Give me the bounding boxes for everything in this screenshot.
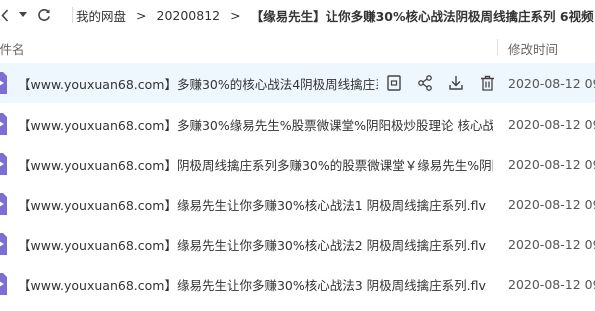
file-row[interactable]: 【www.youxuan68.com】缘易先生让你多赚30%核心战法1 阴极周线… — [0, 184, 595, 224]
breadcrumb-item-root[interactable]: 我的网盘 — [76, 6, 126, 25]
breadcrumb-separator: > — [230, 8, 241, 23]
save-icon — [387, 75, 401, 91]
history-dropdown-button[interactable] — [18, 11, 28, 19]
file-name[interactable]: 【www.youxuan68.com】阴极周线擒庄系列多赚30%的股票微课堂￥缘… — [18, 155, 493, 174]
file-row[interactable]: 【www.youxuan68.com】阴极周线擒庄系列多赚30%的股票微课堂￥缘… — [0, 144, 595, 184]
caret-down-icon — [19, 12, 27, 17]
file-row[interactable]: 【www.youxuan68.com】多赚30%的核心战法4阴极周线擒庄系...… — [0, 63, 595, 103]
chevron-left-icon — [1, 8, 9, 22]
video-file-icon — [0, 113, 7, 135]
file-modified-date: 2020-08-12 09: — [508, 196, 595, 212]
delete-icon — [480, 75, 494, 91]
refresh-icon — [38, 8, 50, 21]
column-divider[interactable] — [497, 39, 498, 55]
column-header-filename[interactable]: 文件名 — [0, 39, 25, 58]
file-name[interactable]: 【www.youxuan68.com】多赚30%的核心战法4阴极周线擒庄系... — [18, 74, 378, 93]
file-modified-date: 2020-08-12 09: — [508, 156, 595, 172]
delete-button[interactable] — [478, 74, 496, 92]
file-modified-date: 2020-08-12 09: — [508, 116, 595, 132]
file-name[interactable]: 【www.youxuan68.com】缘易先生让你多赚30%核心战法2 阴极周线… — [18, 235, 493, 254]
share-icon — [418, 75, 432, 91]
file-row[interactable]: 【www.youxuan68.com】缘易先生让你多赚30%核心战法3 阴极周线… — [0, 264, 595, 304]
toolbar-divider — [72, 7, 73, 23]
file-modified-date: 2020-08-12 09: — [508, 75, 595, 91]
row-actions — [385, 74, 496, 92]
breadcrumb: 我的网盘 > 20200812 > 【缘易先生】让你多赚30%核心战法阴极周线擒… — [76, 0, 594, 31]
file-row[interactable]: 【www.youxuan68.com】缘易先生让你多赚30%核心战法2 阴极周线… — [0, 224, 595, 264]
file-modified-date: 2020-08-12 09: — [508, 276, 595, 292]
breadcrumb-separator: > — [136, 8, 147, 23]
breadcrumb-item-current[interactable]: 【缘易先生】让你多赚30%核心战法阴极周线擒庄系列 6视频 — [251, 6, 594, 25]
file-list-header: 文件名 修改时间 — [0, 31, 595, 63]
file-name[interactable]: 【www.youxuan68.com】缘易先生让你多赚30%核心战法1 阴极周线… — [18, 195, 493, 214]
video-file-icon — [0, 72, 7, 94]
save-to-cloud-button[interactable] — [385, 74, 403, 92]
video-file-icon — [0, 193, 7, 215]
download-icon — [449, 76, 463, 90]
video-file-icon — [0, 273, 7, 295]
navigation-toolbar: 我的网盘 > 20200812 > 【缘易先生】让你多赚30%核心战法阴极周线擒… — [0, 0, 595, 31]
breadcrumb-item-folder[interactable]: 20200812 — [157, 8, 221, 23]
download-button[interactable] — [447, 74, 465, 92]
file-row[interactable]: 【www.youxuan68.com】多赚30%缘易先生%股票微课堂%阴阳极炒股… — [0, 104, 595, 144]
file-modified-date: 2020-08-12 09: — [508, 236, 595, 252]
video-file-icon — [0, 233, 7, 255]
back-button[interactable] — [0, 8, 10, 22]
video-file-icon — [0, 153, 7, 175]
file-name[interactable]: 【www.youxuan68.com】多赚30%缘易先生%股票微课堂%阴阳极炒股… — [18, 115, 493, 134]
column-header-modified[interactable]: 修改时间 — [508, 39, 558, 58]
share-button[interactable] — [416, 74, 434, 92]
file-name[interactable]: 【www.youxuan68.com】缘易先生让你多赚30%核心战法3 阴极周线… — [18, 275, 493, 294]
refresh-button[interactable] — [36, 7, 52, 23]
